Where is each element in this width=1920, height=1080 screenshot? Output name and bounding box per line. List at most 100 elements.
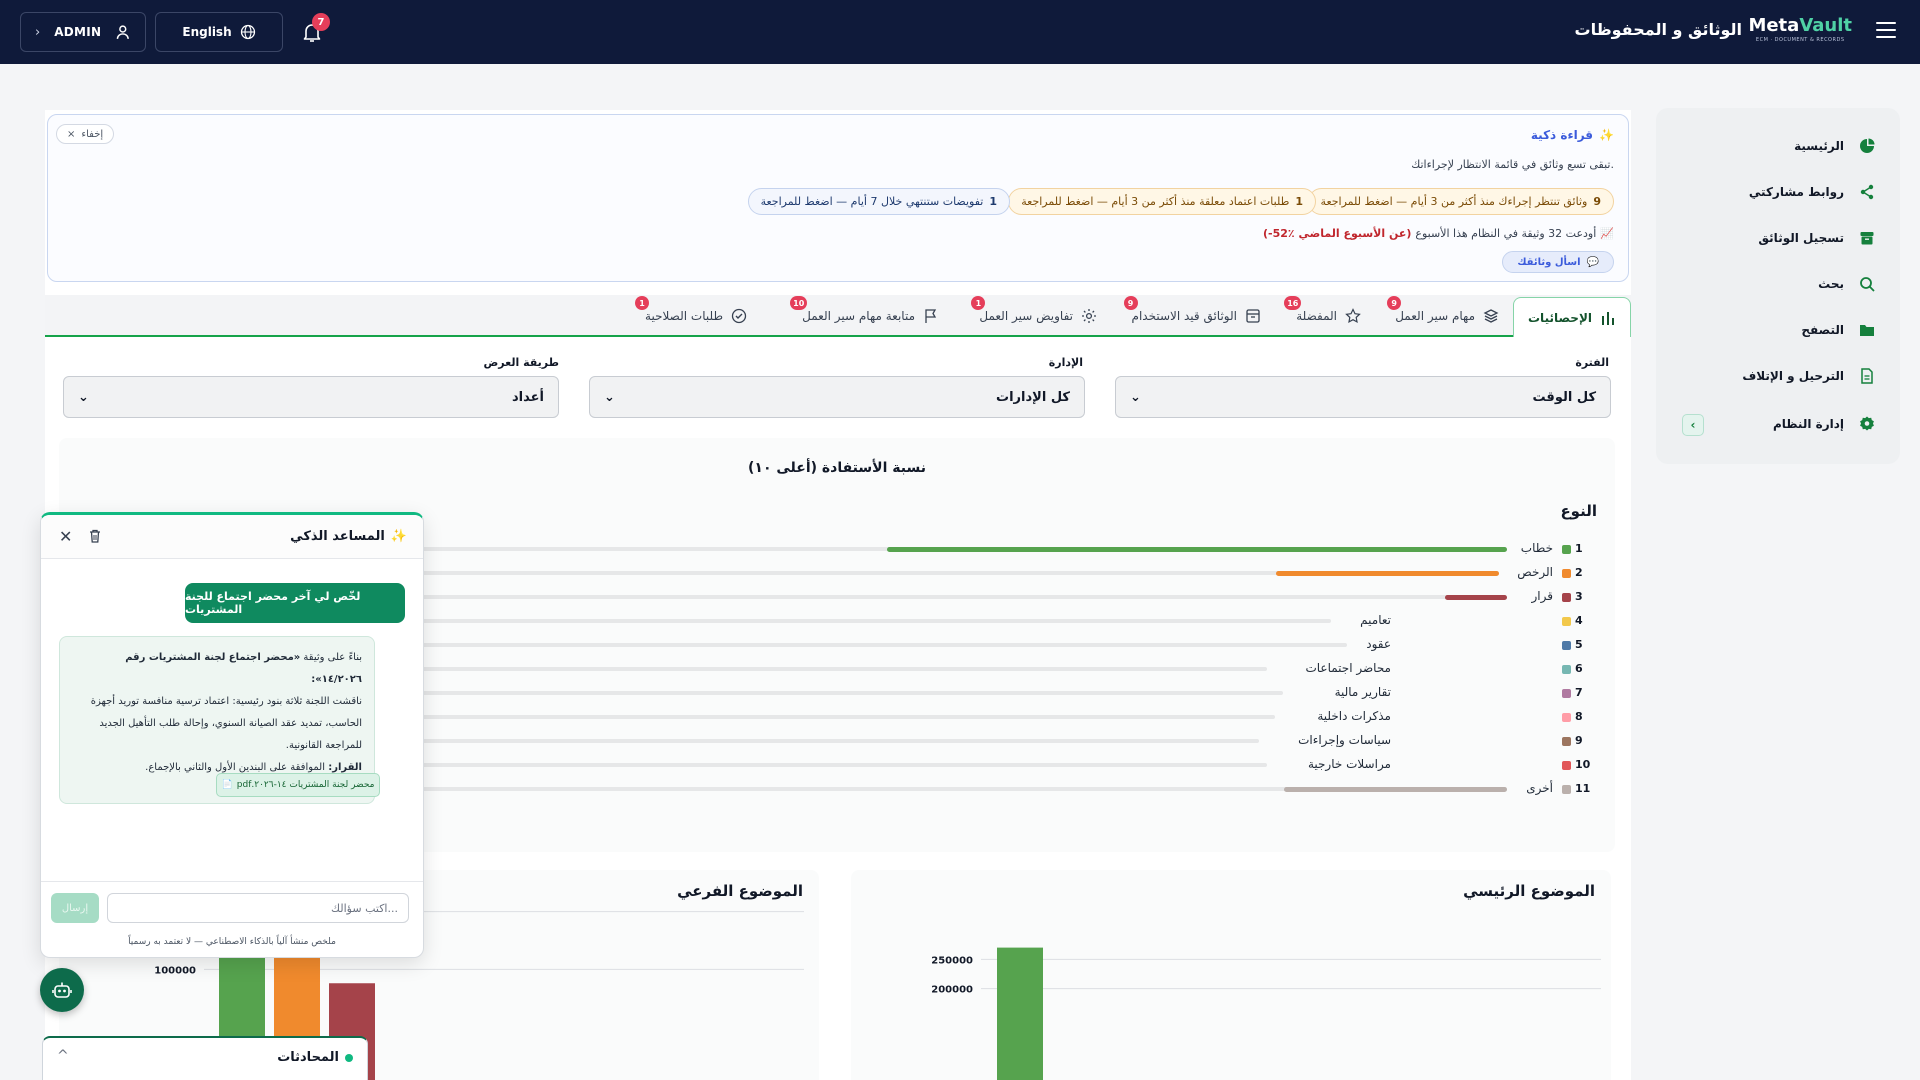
conversations-panel[interactable]: المحادثات ^ (42, 1036, 368, 1080)
period-label: الفترة (1575, 356, 1609, 369)
sidebar-item-search[interactable]: بحث (1818, 272, 1876, 296)
tab-label: مهام سير العمل (1395, 309, 1475, 323)
sidebar-item-label: بحث (1818, 277, 1844, 291)
check-circle-icon (731, 308, 747, 324)
display-mode-select[interactable]: ⌄ أعداد (63, 376, 559, 418)
tab-label: الإحصائيات (1528, 310, 1592, 325)
expiring-delegations-chip[interactable]: تفويضات ستنتهي خلال 7 أيام — اضغط للمراج… (747, 188, 1010, 215)
insight-title: قراءة ذكية ✨ (1531, 128, 1614, 142)
attached-file-chip[interactable]: محضر لجنة المشتريات ١٤-٢٠٢٦.pdf 📄 (216, 773, 380, 797)
logo-text-b: Vault (1799, 15, 1852, 36)
sidebar-item-browse[interactable]: التصفح (1801, 318, 1876, 342)
search-icon (1858, 275, 1876, 293)
answer-body: ناقشت اللجنة ثلاثة بنود رئيسية: اعتماد ت… (90, 696, 362, 751)
pending-approvals-chip[interactable]: طلبات اعتماد معلقة منذ أكثر من 3 أيام — … (1008, 188, 1316, 215)
tab-badge: 16 (1284, 296, 1302, 310)
close-icon[interactable]: ✕ (59, 527, 72, 546)
data-bar (1275, 571, 1499, 576)
bar-track (403, 643, 1347, 647)
tab-label: تفاويض سير العمل (979, 309, 1073, 323)
category-label: سياسات وإجراءات (1298, 733, 1391, 747)
sidebar-item-transfer-destroy[interactable]: الترحيل و الإتلاف (1742, 364, 1876, 388)
user-menu-button[interactable]: › ADMIN (20, 12, 146, 52)
legend-swatch (1562, 737, 1571, 746)
row-rank: 7 (1575, 686, 1583, 699)
smart-insight-card: × إخفاء قراءة ذكية ✨ تبقى تسع وثائق في ق… (47, 114, 1629, 282)
bar-chart-icon (1602, 311, 1614, 325)
layers-icon (1483, 309, 1499, 323)
sidebar-item-home[interactable]: الرئيسية (1794, 134, 1876, 158)
tab-documents-in-use[interactable]: الوثائق قيد الاستخدام 9 (1123, 296, 1261, 335)
tab-badge: 1 (971, 296, 986, 310)
category-label: عقود (1366, 637, 1391, 651)
sidebar-item-label: التصفح (1801, 323, 1844, 337)
language-button[interactable]: English (155, 12, 283, 52)
row-rank: 9 (1575, 734, 1583, 747)
sidebar-item-system-admin[interactable]: إدارة النظام (1773, 412, 1876, 436)
bar-track (403, 763, 1267, 767)
file-name: محضر لجنة المشتريات ١٤-٢٠٢٦.pdf (236, 780, 375, 790)
tab-label: طلبات الصلاحية (645, 309, 723, 323)
gear-badge-icon (1858, 415, 1876, 433)
y-tick-label: 250000 (931, 955, 973, 966)
sidebar: الرئيسية روابط مشاركتي تسجيل الوثائق بحث… (1656, 108, 1900, 464)
sidebar-item-label: الرئيسية (1794, 139, 1844, 153)
document-icon (1858, 367, 1876, 385)
question-input[interactable]: اكتب سؤالك... (107, 893, 409, 923)
trend-text: أودعت 32 وثيقة في النظام هذا الأسبوع (1415, 227, 1597, 240)
department-select[interactable]: ⌄ كل الإدارات (589, 376, 1085, 418)
trash-icon[interactable] (87, 528, 103, 544)
tab-badge: 9 (1387, 296, 1402, 310)
bar-track (403, 715, 1275, 719)
chart-subtitle: النوع (1560, 502, 1597, 520)
assistant-header: المساعد الذكي ✨ ✕ (41, 515, 423, 559)
row-rank: 8 (1575, 710, 1583, 723)
pending-documents-chip[interactable]: وثائق تنتظر إجراءك منذ أكثر من 3 أيام — … (1307, 188, 1614, 215)
data-bar (1445, 595, 1507, 600)
row-rank: 11 (1575, 782, 1591, 795)
department-value: كل الإدارات (996, 389, 1070, 405)
category-label: أخرى (1526, 781, 1553, 795)
tab-permission-requests[interactable]: طلبات الصلاحية 1 (635, 296, 747, 335)
tab-statistics[interactable]: الإحصائيات (1513, 297, 1631, 337)
chip-count: 1 (989, 195, 997, 208)
hide-insight-button[interactable]: × إخفاء (56, 124, 115, 144)
language-label: English (182, 25, 232, 39)
sidebar-item-register-documents[interactable]: تسجيل الوثائق (1758, 226, 1876, 250)
bar-track (403, 739, 1259, 743)
divider (41, 881, 423, 882)
legend-swatch (1562, 641, 1571, 650)
assistant-title: المساعد الذكي ✨ (290, 529, 407, 544)
decision-label: القرار: (328, 762, 362, 773)
period-select[interactable]: ⌄ كل الوقت (1115, 376, 1611, 418)
hamburger-menu-icon[interactable] (1876, 22, 1896, 38)
assistant-answer: بناءً على وثيقة «محضر اجتماع لجنة المشتر… (59, 636, 380, 804)
tab-workflow-followup[interactable]: متابعة مهام سير العمل 10 (790, 296, 939, 335)
tab-favorites[interactable]: المفضلة 16 (1284, 296, 1361, 335)
status-dot (345, 1053, 353, 1062)
chart-trend-icon: 📈 (1600, 227, 1614, 240)
tab-workflow-tasks[interactable]: مهام سير العمل 9 (1387, 296, 1499, 335)
chevron-up-icon[interactable]: ^ (57, 1048, 69, 1064)
tab-workflow-delegations[interactable]: تفاويض سير العمل 1 (971, 296, 1097, 335)
tab-badge: 1 (635, 296, 650, 310)
chat-bubble-icon: 💬 (1586, 256, 1599, 268)
sidebar-item-label: إدارة النظام (1772, 417, 1844, 431)
ask-documents-button[interactable]: اسأل وثائقك 💬 (1502, 251, 1614, 273)
sub-subject-title: الموضوع الفرعي (677, 882, 803, 900)
sidebar-item-share-links[interactable]: روابط مشاركتي (1749, 180, 1876, 204)
assistant-toggle-button[interactable] (40, 968, 84, 1012)
row-rank: 3 (1575, 590, 1583, 603)
legend-swatch (1562, 785, 1571, 794)
hide-label: إخفاء (81, 128, 104, 140)
app-title: الوثائق و المحفوظات (1574, 20, 1742, 39)
sparkle-icon: ✨ (390, 529, 407, 544)
chip-count: 9 (1593, 195, 1601, 208)
logo-text-a: Meta (1748, 15, 1800, 36)
legend-swatch (1562, 617, 1571, 626)
legend-swatch (1562, 665, 1571, 674)
username: ADMIN (54, 25, 102, 39)
sidebar-collapse-button[interactable]: ‹ (1682, 414, 1704, 436)
ai-assistant-panel: المساعد الذكي ✨ ✕ لخّص لي آخر محضر اجتما… (40, 512, 424, 958)
send-button[interactable]: إرسال (51, 893, 99, 923)
